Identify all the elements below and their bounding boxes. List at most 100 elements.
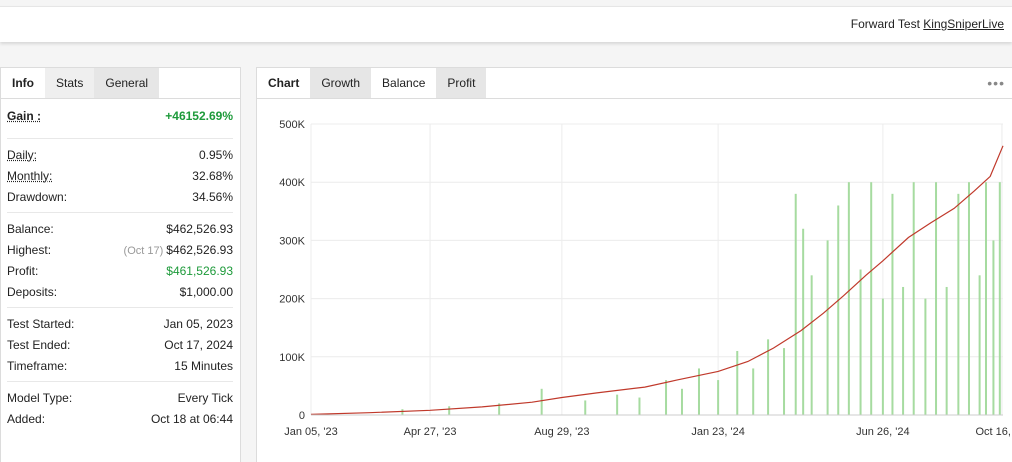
stat-label: Deposits: [7, 284, 58, 299]
stat-value: 32.68% [192, 168, 233, 183]
stat-value: $461,526.93 [166, 263, 233, 278]
tab-info[interactable]: Info [1, 68, 45, 98]
balance-line [310, 145, 1004, 415]
stat-label: Test Started: [7, 316, 75, 331]
stat-label: Profit: [7, 263, 39, 278]
balance-bar [978, 275, 981, 415]
stat-value-highest: $462,526.93 [166, 242, 233, 257]
stat-label: Timeframe: [7, 358, 68, 373]
y-tick-label: 0 [299, 410, 305, 422]
stats-list: Gain : +46152.69% Daily: 0.95% Monthly: … [1, 99, 240, 429]
x-tick-label: Oct 16, '24 [976, 426, 1012, 438]
balance-bar [680, 388, 683, 415]
balance-bar [736, 350, 739, 415]
y-tick-label: 300K [279, 235, 305, 247]
balance-bar [967, 182, 970, 415]
tab-general[interactable]: General [94, 68, 160, 98]
balance-bar [638, 397, 641, 415]
stat-row-test-started: Test Started: Jan 05, 2023 [7, 313, 233, 334]
stat-label[interactable]: Daily: [7, 148, 37, 162]
tab-balance[interactable]: Balance [371, 68, 437, 98]
stat-row-model-type: Model Type: Every Tick [7, 387, 233, 408]
stat-value: Jan 05, 2023 [163, 316, 233, 331]
balance-bar [891, 193, 894, 415]
x-tick-label: Jan 23, '24 [691, 426, 744, 438]
stat-value: $462,526.93 [166, 221, 233, 236]
balance-bar [826, 240, 829, 415]
stat-row-added: Added: Oct 18 at 06:44 [7, 408, 233, 429]
stat-subdate: (Oct 17) [123, 244, 164, 257]
balance-bar [783, 348, 786, 415]
divider [7, 307, 233, 308]
balance-bar [998, 182, 1001, 415]
x-tick-label: Apr 27, '23 [404, 426, 457, 438]
balance-bar [945, 286, 948, 415]
stat-label[interactable]: Monthly: [7, 169, 52, 183]
stat-label: Added: [7, 411, 46, 426]
balance-bar [870, 182, 873, 415]
balance-bar [616, 394, 619, 415]
stat-row-balance: Balance: $462,526.93 [7, 218, 233, 239]
balance-bar [802, 228, 805, 415]
balance-bar [992, 240, 995, 415]
stat-row-highest: Highest: (Oct 17) $462,526.93 [7, 239, 233, 260]
balance-bar [984, 182, 987, 415]
stat-value: 0.95% [198, 147, 233, 162]
stat-value: $1,000.00 [179, 284, 233, 299]
stat-value: 15 Minutes [174, 358, 233, 373]
stat-label: Highest: [7, 242, 52, 257]
stats-panel: Info Stats General Gain : +46152.69% Dai… [0, 67, 241, 462]
tab-growth[interactable]: Growth [310, 68, 372, 98]
balance-bar [665, 380, 668, 415]
balance-bar [401, 409, 404, 415]
balance-bar [810, 275, 813, 415]
stat-value-gain: +46152.69% [165, 109, 233, 123]
chart-tabs: Chart Growth Balance Profit ••• [257, 68, 1012, 99]
balance-bar [924, 298, 927, 415]
balance-bar [912, 182, 915, 415]
stat-row-monthly: Monthly: 32.68% [7, 165, 233, 186]
stat-value: (Oct 17) $462,526.93 [124, 243, 233, 257]
tab-stats[interactable]: Stats [45, 68, 95, 98]
balance-chart: 0 100K 200K 300K 400K 500K Jan 05, '23 Apr 27, … [257, 100, 1012, 462]
tab-chart[interactable]: Chart [257, 68, 311, 98]
stat-row-profit: Profit: $461,526.93 [7, 260, 233, 281]
balance-bar [957, 193, 960, 415]
x-tick-label: Aug 29, '23 [534, 426, 589, 438]
stat-label: Balance: [7, 221, 54, 236]
y-tick-label: 200K [279, 294, 305, 306]
stat-value: Every Tick [177, 390, 233, 405]
tab-profit[interactable]: Profit [436, 68, 487, 98]
stat-row-timeframe: Timeframe: 15 Minutes [7, 355, 233, 376]
x-tick-label: Jun 26, '24 [856, 426, 909, 438]
stat-row-deposits: Deposits: $1,000.00 [7, 281, 233, 302]
balance-bar [717, 380, 720, 415]
stat-label: Model Type: [7, 390, 73, 405]
forward-test-label: Forward Test KingSniperLive [851, 17, 1004, 31]
chart-panel: Chart Growth Balance Profit ••• 0 100K 200… [256, 67, 1012, 462]
stat-row-test-ended: Test Ended: Oct 17, 2024 [7, 334, 233, 355]
stat-row-daily: Daily: 0.95% [7, 144, 233, 165]
stats-tabs: Info Stats General [1, 68, 240, 99]
y-tick-label: 100K [279, 352, 305, 364]
balance-bar [540, 388, 543, 415]
y-tick-label: 500K [279, 119, 305, 131]
stat-value: Oct 17, 2024 [164, 337, 233, 352]
forward-test-text: Forward Test [850, 17, 920, 31]
stat-label: Test Ended: [7, 337, 71, 352]
x-tick-label: Jan 05, '23 [284, 426, 337, 438]
more-options-icon[interactable]: ••• [987, 75, 1005, 91]
stat-value: Oct 18 at 06:44 [150, 411, 233, 426]
balance-bar [448, 406, 451, 415]
divider [7, 381, 233, 382]
divider [7, 212, 233, 213]
stat-row-drawdown: Drawdown: 34.56% [7, 186, 233, 207]
divider [7, 138, 233, 139]
balance-bar [847, 182, 850, 415]
balance-bar [859, 269, 862, 415]
balance-bar [752, 368, 755, 415]
stat-label[interactable]: Gain : [7, 109, 41, 123]
account-link[interactable]: KingSniperLive [923, 17, 1004, 31]
stat-label: Drawdown: [7, 189, 68, 204]
y-tick-label: 400K [279, 177, 305, 189]
